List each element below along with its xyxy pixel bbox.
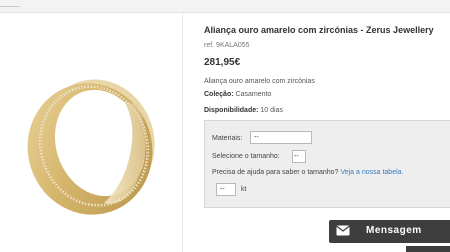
message-button-label: Mensagem [366, 225, 422, 236]
product-description: Aliança ouro amarelo com zircónias [204, 78, 315, 85]
collection-label: Coleção: [204, 91, 234, 98]
availability-value: 10 dias [260, 107, 283, 114]
panel-divider [182, 13, 183, 252]
collection-value: Casamento [235, 91, 272, 98]
materials-label: Materiais: [212, 135, 243, 142]
size-help: Precisa de ajuda para saber o tamanho? V… [212, 169, 404, 176]
availability-label: Disponibilidade: [204, 107, 259, 114]
product-options-box: Materiais: -- Selecione o tamanho: -- Pr… [204, 120, 450, 208]
ring-image[interactable] [8, 71, 176, 221]
size-table-link[interactable]: Veja a nossa tabela. [340, 169, 403, 176]
materials-select[interactable]: -- [250, 131, 312, 144]
product-availability: Disponibilidade: 10 dias [204, 107, 283, 114]
product-title: Aliança ouro amarelo com zircónias - Zer… [204, 25, 434, 35]
kt-select[interactable]: -- [216, 183, 236, 196]
top-bar [0, 0, 450, 13]
size-help-text: Precisa de ajuda para saber o tamanho? [212, 169, 339, 176]
product-price: 281,95€ [204, 57, 241, 68]
top-bar-line [0, 6, 20, 7]
product-ref: ref. 9KALA055 [204, 42, 250, 49]
product-collection: Coleção: Casamento [204, 91, 271, 98]
message-button-tab [406, 246, 450, 252]
size-select[interactable]: -- [292, 150, 306, 163]
size-label: Selecione o tamanho: [212, 153, 280, 160]
envelope-icon [336, 225, 350, 236]
message-button[interactable]: Mensagem [329, 220, 450, 243]
product-image-panel [0, 13, 182, 252]
kt-unit: kt [241, 186, 247, 193]
